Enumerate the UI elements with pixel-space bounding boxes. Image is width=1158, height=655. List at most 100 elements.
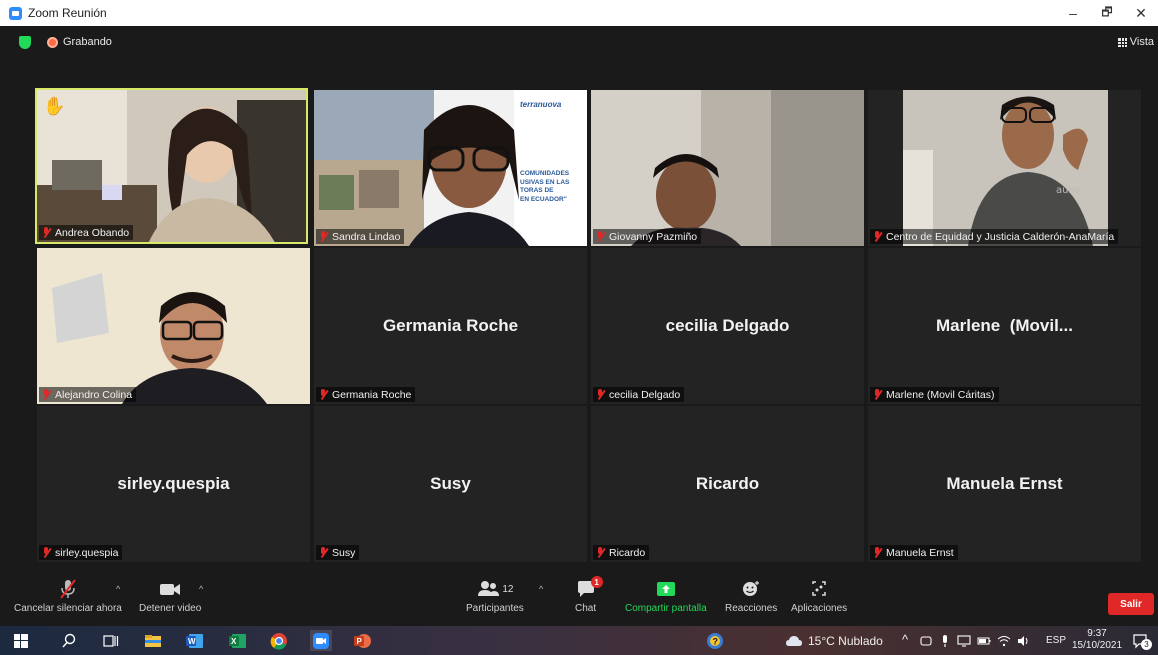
windows-start-icon[interactable] xyxy=(10,630,32,651)
weather-text[interactable]: 15°C Nublado xyxy=(808,634,883,648)
participant-display-name: Manuela Ernst xyxy=(946,474,1063,493)
chrome-icon[interactable] xyxy=(268,630,290,651)
avatar-tile-manuela[interactable]: Manuela Ernst Manuela Ernst xyxy=(868,406,1141,562)
slide-brand: terranuova xyxy=(520,100,562,109)
mic-muted-icon xyxy=(41,389,51,400)
participant-display-name: Marlene (Movil... xyxy=(936,316,1073,335)
participant-name-plate: Germania Roche xyxy=(316,387,416,402)
avatar-tile-cecilia[interactable]: cecilia Delgado cecilia Delgado xyxy=(591,248,864,404)
minimize-button[interactable]: – xyxy=(1056,0,1090,26)
video-tile-giovanny[interactable]: Giovanny Pazmiño xyxy=(591,90,864,246)
slide-line: USIVAS EN LAS xyxy=(520,178,570,186)
apps-icon xyxy=(809,578,829,600)
participant-name: Germania Roche xyxy=(332,388,412,401)
notification-count: 3 xyxy=(1141,639,1152,650)
video-options-chevron-icon[interactable]: ^ xyxy=(199,584,203,594)
participant-name: Alejandro Colina xyxy=(55,388,133,401)
participant-name: Giovanny Pazmiño xyxy=(609,230,698,243)
apps-button[interactable]: Aplicaciones xyxy=(791,578,847,614)
wifi-icon[interactable] xyxy=(996,630,1012,651)
microphone-tray-icon[interactable] xyxy=(937,630,953,651)
display-tray-icon[interactable] xyxy=(956,630,972,651)
help-icon[interactable]: ? xyxy=(704,630,726,651)
mic-muted-icon xyxy=(318,389,328,400)
participant-name: sirley.quespia xyxy=(55,546,119,559)
battery-icon[interactable] xyxy=(976,630,992,651)
leave-button[interactable]: Salir xyxy=(1108,593,1154,615)
mic-muted-icon xyxy=(41,547,51,558)
video-tile-sandra[interactable]: terranuova COMUNIDADES USIVAS EN LAS TOR… xyxy=(314,90,587,246)
powerpoint-icon[interactable]: P xyxy=(352,630,374,651)
stop-video-button[interactable]: Detener video xyxy=(139,578,201,614)
video-tile-centro[interactable]: auno Centro de Equidad y Justicia Calder… xyxy=(868,90,1141,246)
share-screen-label: Compartir pantalla xyxy=(625,603,707,614)
avatar-tile-susy[interactable]: Susy Susy xyxy=(314,406,587,562)
unmute-label: Cancelar silenciar ahora xyxy=(14,603,122,614)
video-tile-alejandro[interactable]: Alejandro Colina xyxy=(37,248,310,404)
mic-muted-icon xyxy=(318,547,328,558)
slide-line: EN ECUADOR" xyxy=(520,195,567,203)
participant-name: Marlene (Movil Cáritas) xyxy=(886,388,995,401)
mic-muted-icon xyxy=(595,389,605,400)
participant-display-name: Ricardo xyxy=(695,474,760,493)
unmute-button[interactable]: Cancelar silenciar ahora xyxy=(14,578,122,614)
participant-name-plate: sirley.quespia xyxy=(39,545,123,560)
chat-label: Chat xyxy=(575,603,597,614)
file-explorer-icon[interactable] xyxy=(142,630,164,651)
notifications-icon[interactable]: 3 xyxy=(1130,630,1152,651)
slide-line: COMUNIDADES xyxy=(520,170,570,177)
jacket-logo-text: auno xyxy=(1056,185,1081,196)
participant-name-plate: Andrea Obando xyxy=(39,225,134,240)
window-title: Zoom Reunión xyxy=(28,6,107,20)
mic-muted-icon xyxy=(57,578,79,600)
participant-display-name: Susy xyxy=(430,474,471,493)
search-icon[interactable] xyxy=(58,630,80,651)
input-language[interactable]: ESP xyxy=(1046,635,1066,646)
meet-now-icon[interactable] xyxy=(918,630,934,651)
video-feed-centro: auno xyxy=(868,90,1141,246)
volume-icon[interactable] xyxy=(1016,630,1032,651)
video-feed-alejandro xyxy=(37,248,310,404)
close-button[interactable]: ✕ xyxy=(1124,0,1158,26)
avatar-tile-sirley[interactable]: sirley.quespia sirley.quespia xyxy=(37,406,310,562)
smiley-icon xyxy=(740,578,762,600)
mic-muted-icon xyxy=(872,231,882,242)
windows-taskbar: W X P ? 15°C Nublado ^ ESP 9:37 15/10/20… xyxy=(0,626,1158,655)
reactions-button[interactable]: Reacciones xyxy=(725,578,777,614)
security-shield-icon[interactable] xyxy=(19,36,31,49)
share-screen-button[interactable]: Compartir pantalla xyxy=(625,578,707,614)
participants-button[interactable]: 12 Participantes xyxy=(466,578,524,614)
participants-count: 12 xyxy=(502,583,514,595)
maximize-button[interactable]: 🗗 xyxy=(1090,0,1124,26)
task-view-icon[interactable] xyxy=(100,630,122,651)
chat-button[interactable]: 1 Chat xyxy=(575,576,603,614)
mic-muted-icon xyxy=(41,227,51,238)
video-camera-icon xyxy=(158,578,182,600)
participant-name: Centro de Equidad y Justicia Calderón-An… xyxy=(886,230,1115,243)
clock-time: 9:37 xyxy=(1087,628,1107,639)
participants-icon-wrap: 12 xyxy=(476,578,513,600)
video-tile-andrea[interactable]: ✋ Andrea Obando xyxy=(35,88,308,244)
view-button[interactable]: Vista xyxy=(1117,36,1154,48)
clock[interactable]: 9:37 15/10/2021 xyxy=(1072,628,1122,652)
cloud-weather-icon[interactable] xyxy=(783,630,805,651)
participant-display-name: Germania Roche xyxy=(382,316,519,335)
participant-name: Sandra Lindao xyxy=(332,230,401,243)
excel-icon[interactable]: X xyxy=(227,630,249,651)
participants-icon xyxy=(478,581,500,596)
audio-options-chevron-icon[interactable]: ^ xyxy=(116,584,120,594)
avatar-tile-marlene[interactable]: Marlene (Movil... Marlene (Movil Cáritas… xyxy=(868,248,1141,404)
mic-muted-icon xyxy=(872,389,882,400)
participants-options-chevron-icon[interactable]: ^ xyxy=(539,584,543,594)
zoom-taskbar-icon[interactable] xyxy=(310,630,332,651)
participant-name: cecilia Delgado xyxy=(609,388,681,401)
share-screen-icon xyxy=(656,578,676,600)
meeting-topbar: Grabando Vista xyxy=(0,26,1158,58)
tray-chevron-icon[interactable]: ^ xyxy=(902,632,908,647)
meeting-area: Grabando Vista ✋ Andrea Obando terranuov… xyxy=(0,26,1158,626)
grid-view-icon xyxy=(1117,37,1127,47)
avatar-tile-germania[interactable]: Germania Roche Germania Roche xyxy=(314,248,587,404)
chat-badge: 1 xyxy=(590,576,603,588)
word-icon[interactable]: W xyxy=(184,630,206,651)
avatar-tile-ricardo[interactable]: Ricardo Ricardo xyxy=(591,406,864,562)
